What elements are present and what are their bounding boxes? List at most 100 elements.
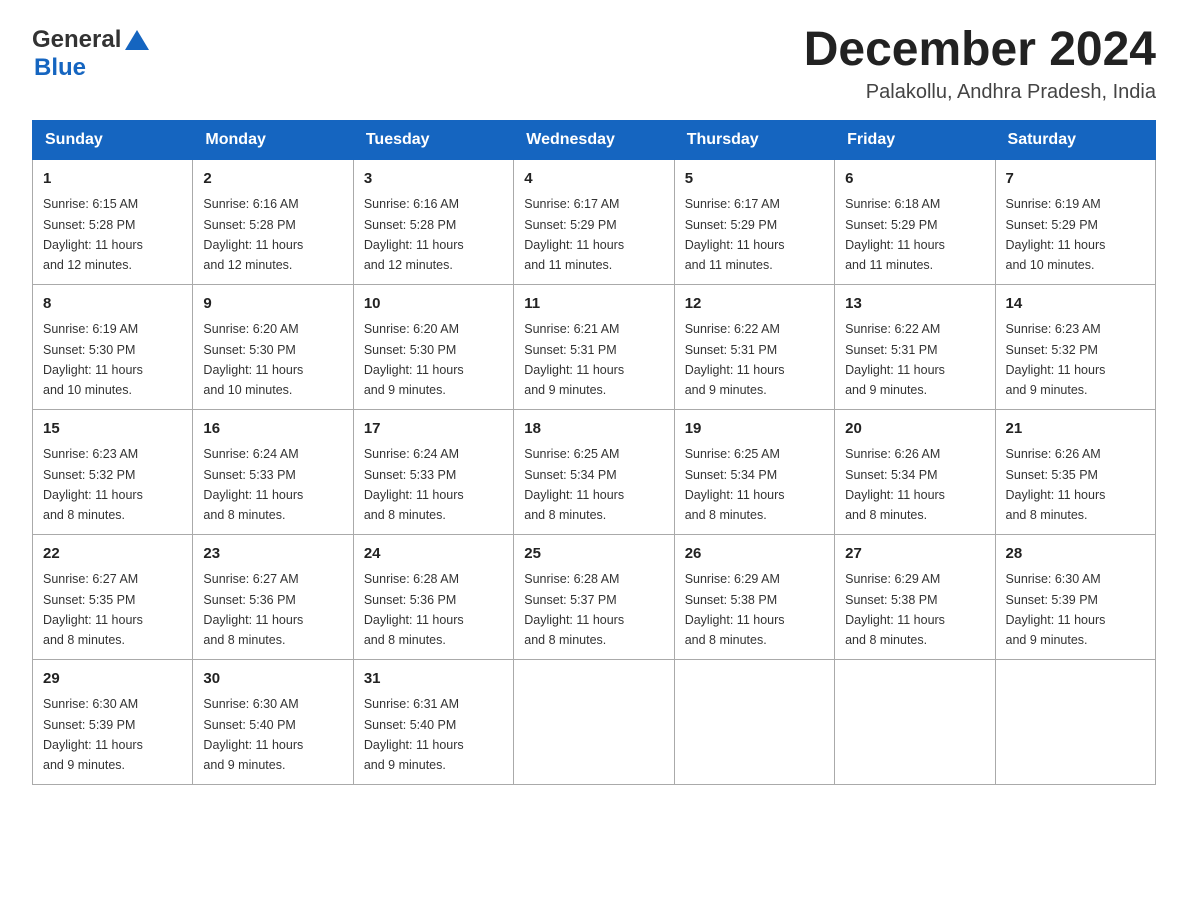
table-row: 31 Sunrise: 6:31 AMSunset: 5:40 PMDaylig…: [353, 659, 513, 784]
table-row: 10 Sunrise: 6:20 AMSunset: 5:30 PMDaylig…: [353, 284, 513, 409]
day-number: 6: [845, 168, 984, 191]
logo-blue-text: Blue: [34, 54, 86, 81]
col-wednesday: Wednesday: [514, 120, 674, 159]
day-info: Sunrise: 6:25 AMSunset: 5:34 PMDaylight:…: [685, 447, 785, 522]
day-info: Sunrise: 6:29 AMSunset: 5:38 PMDaylight:…: [845, 572, 945, 647]
day-number: 23: [203, 543, 342, 566]
location-subtitle: Palakollu, Andhra Pradesh, India: [804, 81, 1156, 104]
day-number: 19: [685, 418, 824, 441]
table-row: [995, 659, 1155, 784]
day-info: Sunrise: 6:23 AMSunset: 5:32 PMDaylight:…: [1006, 322, 1106, 397]
day-info: Sunrise: 6:24 AMSunset: 5:33 PMDaylight:…: [364, 447, 464, 522]
table-row: 19 Sunrise: 6:25 AMSunset: 5:34 PMDaylig…: [674, 409, 834, 534]
day-info: Sunrise: 6:30 AMSunset: 5:39 PMDaylight:…: [43, 697, 143, 772]
day-info: Sunrise: 6:30 AMSunset: 5:39 PMDaylight:…: [1006, 572, 1106, 647]
table-row: 2 Sunrise: 6:16 AMSunset: 5:28 PMDayligh…: [193, 159, 353, 284]
table-row: [514, 659, 674, 784]
table-row: 22 Sunrise: 6:27 AMSunset: 5:35 PMDaylig…: [33, 534, 193, 659]
day-info: Sunrise: 6:24 AMSunset: 5:33 PMDaylight:…: [203, 447, 303, 522]
day-number: 4: [524, 168, 663, 191]
table-row: 16 Sunrise: 6:24 AMSunset: 5:33 PMDaylig…: [193, 409, 353, 534]
day-info: Sunrise: 6:27 AMSunset: 5:36 PMDaylight:…: [203, 572, 303, 647]
col-tuesday: Tuesday: [353, 120, 513, 159]
logo: General Blue: [32, 24, 151, 82]
day-info: Sunrise: 6:29 AMSunset: 5:38 PMDaylight:…: [685, 572, 785, 647]
table-row: 12 Sunrise: 6:22 AMSunset: 5:31 PMDaylig…: [674, 284, 834, 409]
day-number: 7: [1006, 168, 1145, 191]
col-sunday: Sunday: [33, 120, 193, 159]
day-info: Sunrise: 6:19 AMSunset: 5:30 PMDaylight:…: [43, 322, 143, 397]
day-number: 17: [364, 418, 503, 441]
day-number: 21: [1006, 418, 1145, 441]
day-number: 14: [1006, 293, 1145, 316]
day-number: 15: [43, 418, 182, 441]
day-number: 27: [845, 543, 984, 566]
day-number: 2: [203, 168, 342, 191]
day-info: Sunrise: 6:28 AMSunset: 5:37 PMDaylight:…: [524, 572, 624, 647]
day-info: Sunrise: 6:28 AMSunset: 5:36 PMDaylight:…: [364, 572, 464, 647]
calendar-week-row: 22 Sunrise: 6:27 AMSunset: 5:35 PMDaylig…: [33, 534, 1156, 659]
day-number: 20: [845, 418, 984, 441]
day-number: 29: [43, 668, 182, 691]
day-number: 1: [43, 168, 182, 191]
day-number: 16: [203, 418, 342, 441]
table-row: 28 Sunrise: 6:30 AMSunset: 5:39 PMDaylig…: [995, 534, 1155, 659]
day-info: Sunrise: 6:19 AMSunset: 5:29 PMDaylight:…: [1006, 197, 1106, 272]
table-row: 25 Sunrise: 6:28 AMSunset: 5:37 PMDaylig…: [514, 534, 674, 659]
calendar-week-row: 15 Sunrise: 6:23 AMSunset: 5:32 PMDaylig…: [33, 409, 1156, 534]
table-row: 26 Sunrise: 6:29 AMSunset: 5:38 PMDaylig…: [674, 534, 834, 659]
table-row: [674, 659, 834, 784]
table-row: 6 Sunrise: 6:18 AMSunset: 5:29 PMDayligh…: [835, 159, 995, 284]
table-row: 11 Sunrise: 6:21 AMSunset: 5:31 PMDaylig…: [514, 284, 674, 409]
month-title: December 2024: [804, 24, 1156, 77]
calendar-week-row: 1 Sunrise: 6:15 AMSunset: 5:28 PMDayligh…: [33, 159, 1156, 284]
table-row: 15 Sunrise: 6:23 AMSunset: 5:32 PMDaylig…: [33, 409, 193, 534]
day-number: 5: [685, 168, 824, 191]
day-number: 24: [364, 543, 503, 566]
col-thursday: Thursday: [674, 120, 834, 159]
calendar-week-row: 29 Sunrise: 6:30 AMSunset: 5:39 PMDaylig…: [33, 659, 1156, 784]
day-info: Sunrise: 6:17 AMSunset: 5:29 PMDaylight:…: [524, 197, 624, 272]
day-number: 3: [364, 168, 503, 191]
table-row: 27 Sunrise: 6:29 AMSunset: 5:38 PMDaylig…: [835, 534, 995, 659]
table-row: 23 Sunrise: 6:27 AMSunset: 5:36 PMDaylig…: [193, 534, 353, 659]
logo-icon: [123, 26, 151, 54]
day-info: Sunrise: 6:16 AMSunset: 5:28 PMDaylight:…: [364, 197, 464, 272]
table-row: 20 Sunrise: 6:26 AMSunset: 5:34 PMDaylig…: [835, 409, 995, 534]
table-row: 1 Sunrise: 6:15 AMSunset: 5:28 PMDayligh…: [33, 159, 193, 284]
day-info: Sunrise: 6:16 AMSunset: 5:28 PMDaylight:…: [203, 197, 303, 272]
day-number: 26: [685, 543, 824, 566]
table-row: 5 Sunrise: 6:17 AMSunset: 5:29 PMDayligh…: [674, 159, 834, 284]
table-row: 24 Sunrise: 6:28 AMSunset: 5:36 PMDaylig…: [353, 534, 513, 659]
col-friday: Friday: [835, 120, 995, 159]
day-number: 8: [43, 293, 182, 316]
day-info: Sunrise: 6:25 AMSunset: 5:34 PMDaylight:…: [524, 447, 624, 522]
table-row: 3 Sunrise: 6:16 AMSunset: 5:28 PMDayligh…: [353, 159, 513, 284]
table-row: 9 Sunrise: 6:20 AMSunset: 5:30 PMDayligh…: [193, 284, 353, 409]
day-number: 11: [524, 293, 663, 316]
table-row: 13 Sunrise: 6:22 AMSunset: 5:31 PMDaylig…: [835, 284, 995, 409]
table-row: 21 Sunrise: 6:26 AMSunset: 5:35 PMDaylig…: [995, 409, 1155, 534]
day-number: 28: [1006, 543, 1145, 566]
day-info: Sunrise: 6:23 AMSunset: 5:32 PMDaylight:…: [43, 447, 143, 522]
table-row: 8 Sunrise: 6:19 AMSunset: 5:30 PMDayligh…: [33, 284, 193, 409]
day-number: 9: [203, 293, 342, 316]
day-number: 13: [845, 293, 984, 316]
day-number: 18: [524, 418, 663, 441]
day-info: Sunrise: 6:26 AMSunset: 5:34 PMDaylight:…: [845, 447, 945, 522]
day-number: 25: [524, 543, 663, 566]
day-info: Sunrise: 6:27 AMSunset: 5:35 PMDaylight:…: [43, 572, 143, 647]
table-row: 14 Sunrise: 6:23 AMSunset: 5:32 PMDaylig…: [995, 284, 1155, 409]
day-info: Sunrise: 6:22 AMSunset: 5:31 PMDaylight:…: [685, 322, 785, 397]
calendar-table: Sunday Monday Tuesday Wednesday Thursday…: [32, 120, 1156, 785]
table-row: 7 Sunrise: 6:19 AMSunset: 5:29 PMDayligh…: [995, 159, 1155, 284]
col-monday: Monday: [193, 120, 353, 159]
day-info: Sunrise: 6:20 AMSunset: 5:30 PMDaylight:…: [364, 322, 464, 397]
day-info: Sunrise: 6:22 AMSunset: 5:31 PMDaylight:…: [845, 322, 945, 397]
table-row: 17 Sunrise: 6:24 AMSunset: 5:33 PMDaylig…: [353, 409, 513, 534]
title-block: December 2024 Palakollu, Andhra Pradesh,…: [804, 24, 1156, 104]
table-row: 4 Sunrise: 6:17 AMSunset: 5:29 PMDayligh…: [514, 159, 674, 284]
logo-general-text: General: [32, 26, 121, 54]
table-row: 18 Sunrise: 6:25 AMSunset: 5:34 PMDaylig…: [514, 409, 674, 534]
day-number: 10: [364, 293, 503, 316]
